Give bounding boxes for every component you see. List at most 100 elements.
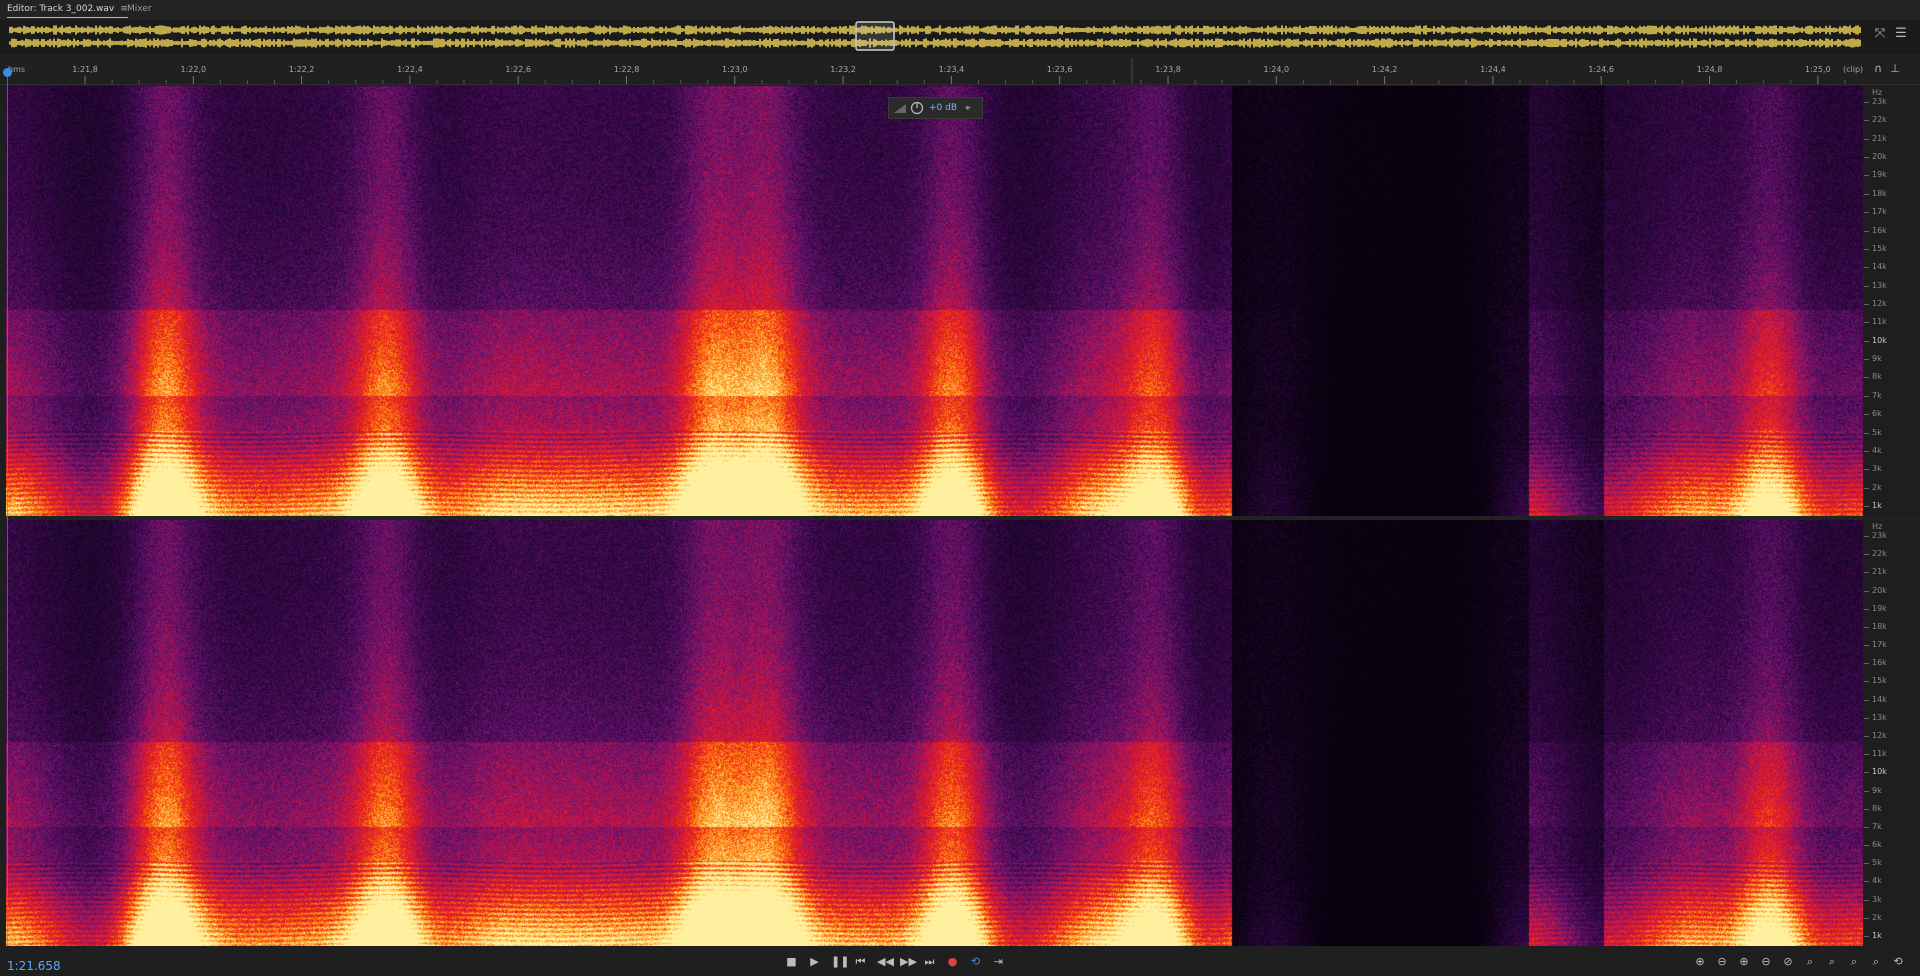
frequency-label: 22k <box>1872 115 1887 125</box>
frequency-label: 4k <box>1872 876 1882 886</box>
zoom-in-point-icon[interactable]: ⌕ <box>1825 955 1839 969</box>
zoom-out-time-icon[interactable]: ⊖ <box>1759 955 1773 969</box>
skip-to-end-icon[interactable]: ⏭ <box>923 955 936 968</box>
zoom-to-selection-icon[interactable]: ⌕ <box>1803 955 1817 969</box>
frequency-tick <box>1864 663 1869 665</box>
tab-mixer-label: Mixer <box>127 4 152 14</box>
ruler-tick-label: 1:22,0 <box>180 65 206 74</box>
fast-forward-icon[interactable]: ▶▶ <box>900 955 917 968</box>
frequency-label: 1k <box>1872 501 1882 510</box>
spectrogram-channel-left[interactable] <box>6 86 1863 516</box>
ruler-tick-label: 1:23,8 <box>1155 65 1181 74</box>
frequency-tick <box>1864 359 1869 361</box>
skip-to-start-icon[interactable]: ⏮ <box>854 955 867 968</box>
level-meter-icon <box>893 102 907 114</box>
frequency-tick <box>1864 469 1869 471</box>
record-icon[interactable]: ● <box>946 955 959 968</box>
frequency-label: 8k <box>1872 372 1882 382</box>
ruler-tick-label: 1:22,4 <box>397 65 423 74</box>
frequency-label: 9k <box>1872 785 1882 795</box>
frequency-tick <box>1864 936 1869 937</box>
panel-menu-icon[interactable]: ☰ <box>1893 26 1909 42</box>
frequency-tick <box>1864 899 1869 901</box>
frequency-axis-right: Hz 23k 22k 21k 20k 19k 18k 17k 16k 15k 14k 13k 12k 11… <box>1864 520 1920 946</box>
frequency-tick <box>1864 808 1869 810</box>
frequency-label: 3k <box>1872 894 1882 904</box>
playhead[interactable] <box>7 70 8 946</box>
frequency-label: 10k <box>1872 335 1887 345</box>
loop-playback-icon[interactable]: ⟲ <box>969 955 982 968</box>
frequency-label: 18k <box>1872 621 1887 631</box>
frequency-tick <box>1864 626 1869 628</box>
frequency-label: 17k <box>1872 640 1887 650</box>
frequency-label: 14k <box>1872 694 1887 704</box>
ruler-tick-label: 1:23,2 <box>830 65 856 74</box>
frequency-tick <box>1864 881 1869 883</box>
volume-knob-icon[interactable] <box>910 101 924 115</box>
frequency-label: 3k <box>1872 464 1882 474</box>
frequency-tick <box>1864 212 1869 214</box>
frequency-tick <box>1864 506 1869 507</box>
frequency-tick <box>1864 699 1869 701</box>
zoom-out-point-icon[interactable]: ⌕ <box>1847 955 1861 969</box>
frequency-label: 8k <box>1872 803 1882 813</box>
hud-gain-control[interactable]: +0 dB ⌖ <box>888 97 983 119</box>
frequency-label: 11k <box>1872 749 1887 759</box>
spectrogram-canvas-right <box>6 520 1863 946</box>
skip-selection-icon[interactable]: ⇥ <box>992 955 1005 968</box>
frequency-label: 10k <box>1872 767 1887 777</box>
frequency-label: 23k <box>1872 531 1887 540</box>
frequency-label: 18k <box>1872 188 1887 198</box>
frequency-label: 13k <box>1872 280 1887 290</box>
hud-pin-icon[interactable]: ⌖ <box>965 103 977 114</box>
frequency-tick <box>1864 845 1869 847</box>
frequency-tick <box>1864 826 1869 828</box>
gain-value[interactable]: +0 dB <box>929 103 965 113</box>
frequency-label: 14k <box>1872 262 1887 272</box>
ruler-clip-label: (clip) <box>1843 65 1863 74</box>
stop-icon[interactable]: ■ <box>785 955 798 968</box>
overview-waveform[interactable]: ⤧ ☰ <box>0 20 1920 54</box>
frequency-tick <box>1864 395 1869 397</box>
pin-icon[interactable]: ⊥ <box>1889 63 1901 75</box>
frequency-tick <box>1864 917 1869 919</box>
frequency-tick <box>1864 267 1869 269</box>
zoom-reset-icon[interactable]: ⟲ <box>1891 955 1905 969</box>
frequency-label: 19k <box>1872 170 1887 180</box>
tab-mixer[interactable]: Mixer <box>127 4 152 14</box>
zoom-full-icon[interactable]: ⌕ <box>1869 955 1883 969</box>
ruler-tick-label: 1:22,8 <box>614 65 640 74</box>
frequency-label: 4k <box>1872 445 1882 455</box>
spectrogram-channel-right[interactable] <box>6 520 1863 946</box>
frequency-label: 20k <box>1872 585 1887 595</box>
zoom-in-time-icon[interactable]: ⊕ <box>1737 955 1751 969</box>
tab-editor[interactable]: Editor: Track 3_002.wav ≡ <box>7 4 128 18</box>
transport-controls: ■ ▶ ❚❚ ⏮ ◀◀ ▶▶ ⏭ ● ⟲ ⇥ <box>785 955 1005 968</box>
frequency-label: 15k <box>1872 676 1887 686</box>
overview-viewport-window[interactable] <box>855 21 895 51</box>
zoom-out-amplitude-icon[interactable]: ⊖ <box>1715 955 1729 969</box>
frequency-tick <box>1864 285 1869 287</box>
frequency-label: 23k <box>1872 97 1887 106</box>
time-ruler[interactable]: hms 1:21,8 1:22,0 1:22,2 1:22,4 1:22,6 1:22,8 1… <box>0 54 1920 85</box>
frequency-tick <box>1864 432 1869 434</box>
frequency-label: 2k <box>1872 482 1882 492</box>
zoom-to-selection-icon[interactable]: ⤧ <box>1872 26 1888 42</box>
pause-icon[interactable]: ❚❚ <box>831 955 849 968</box>
rewind-icon[interactable]: ◀◀ <box>877 955 894 968</box>
frequency-tick <box>1864 377 1869 379</box>
ruler-tick-label: 1:22,2 <box>289 65 315 74</box>
playhead-handle[interactable] <box>3 68 12 77</box>
zoom-in-amplitude-icon[interactable]: ⊕ <box>1693 955 1707 969</box>
zoom-out-full-icon[interactable]: ⊘ <box>1781 955 1795 969</box>
frequency-tick <box>1864 102 1869 103</box>
snap-magnet-icon[interactable]: ∩ <box>1872 63 1884 75</box>
frequency-label: 7k <box>1872 390 1882 400</box>
frequency-tick <box>1864 590 1869 592</box>
ruler-tick-label: 1:24,2 <box>1372 65 1398 74</box>
zoom-controls: ⊕ ⊖ ⊕ ⊖ ⊘ ⌕ ⌕ ⌕ ⌕ ⟲ <box>1693 955 1905 969</box>
frequency-label: 17k <box>1872 207 1887 217</box>
play-icon[interactable]: ▶ <box>808 955 821 968</box>
ruler-tick-label: 1:21,8 <box>72 65 98 74</box>
current-time-display[interactable]: 1:21.658 <box>7 959 61 973</box>
